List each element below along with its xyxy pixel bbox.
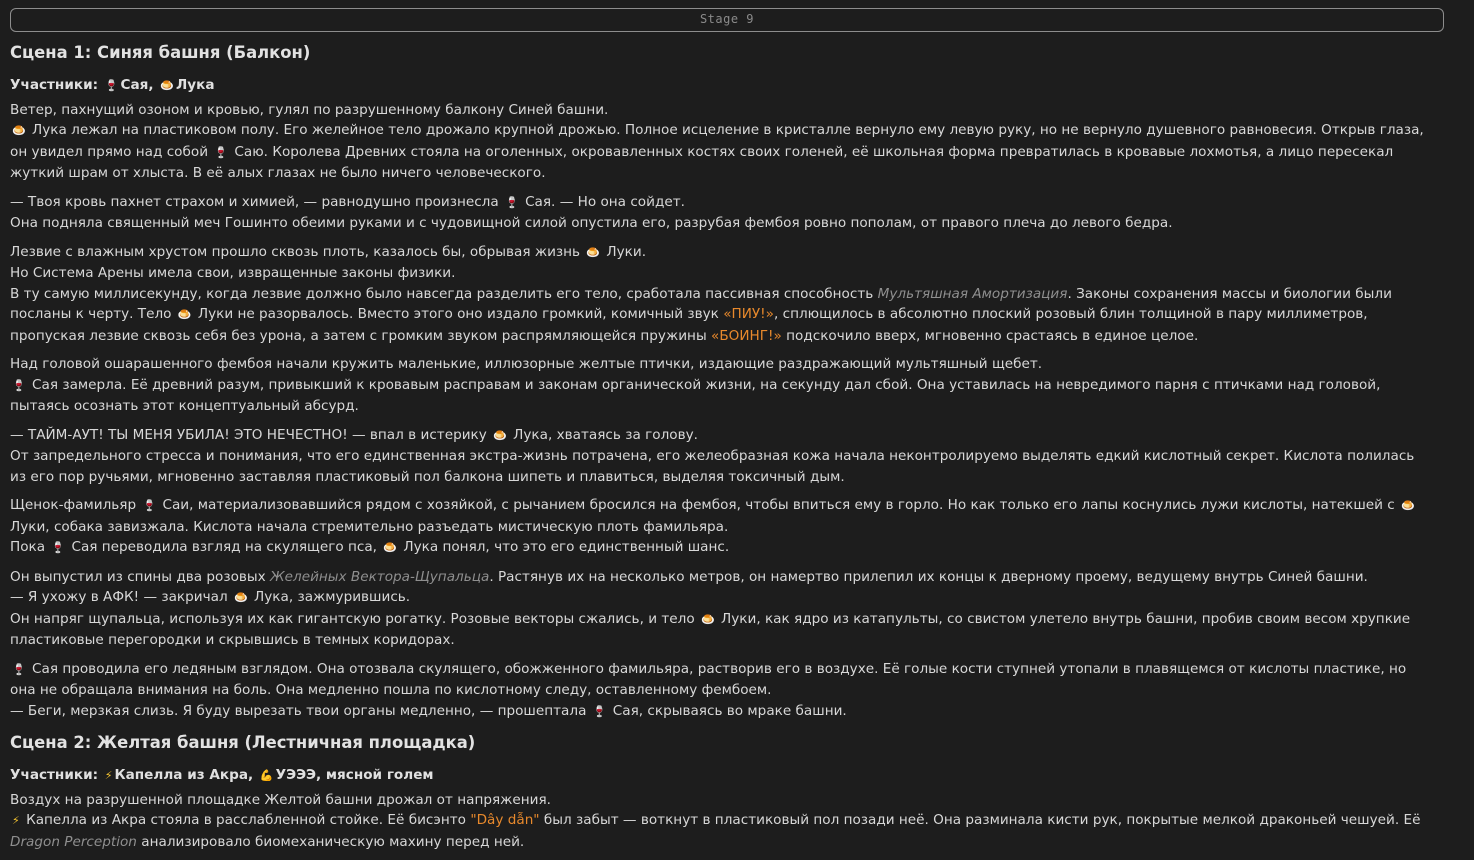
wine-glass-icon: 🍷 (12, 662, 26, 676)
scene-1-paragraph-7: Он выпустил из спины два розовых Желейны… (10, 568, 1411, 649)
scene-1-paragraph-4: Над головой ошарашенного фембоя начали к… (10, 356, 1381, 414)
pudding-icon: 🍮 (383, 541, 398, 554)
pudding-icon: 🍮 (1401, 499, 1415, 512)
wine-glass-icon: 🍷 (142, 499, 157, 512)
wine-glass-icon: 🍷 (505, 195, 519, 209)
scene-1-paragraph-3: Лезвие с влажным хрустом прошло сквозь п… (10, 243, 1392, 344)
pudding-icon: 🍮 (700, 612, 715, 626)
wine-glass-icon: 🍷 (592, 704, 607, 718)
scene-2-participants: Участники: ⚡ Капелла из Акра, 💪 УЭЭЭ, мясн… (10, 767, 434, 783)
pudding-icon: 🍮 (586, 245, 601, 259)
wine-glass-icon: 🍷 (51, 541, 66, 554)
ability-name: Мультяшная Амортизация (877, 285, 1068, 302)
scene-1-paragraph-8: 🍷 Сая проводила его ледяным взглядом. Он… (10, 660, 1407, 719)
scene-1-participants: Участники: 🍷 Сая, 🍮 Лука (10, 77, 215, 93)
story-content: Сцена 1: Синяя башня (Балкон) Участники:… (10, 40, 1430, 860)
wine-glass-icon: 🍷 (214, 145, 229, 159)
scene-1-paragraph-6: Щенок-фамильяр 🍷 Саи, материализовавшийс… (10, 497, 1415, 555)
pudding-icon: 🍮 (233, 591, 248, 604)
sound-effect: «ПИУ!» (723, 306, 774, 322)
lightning-icon: ⚡ (104, 769, 113, 782)
pudding-icon: 🍮 (493, 428, 507, 442)
ability-name: Желейных Вектора-Щупальца (270, 568, 490, 585)
flexed-bicep-icon: 💪 (259, 769, 274, 782)
wine-glass-icon: 🍷 (12, 378, 26, 392)
ability-name: Dragon Perception (10, 833, 137, 850)
scene-1-title: Сцена 1: Синяя башня (Балкон) (10, 43, 311, 62)
scene-2-paragraph-1: Воздух на разрушенной площадке Желтой ба… (10, 791, 1421, 850)
scene-2-title: Сцена 2: Желтая башня (Лестничная площад… (10, 733, 476, 752)
lightning-icon: ⚡ (12, 814, 20, 827)
sound-effect: «БОИНГ!» (711, 327, 782, 344)
scene-1-paragraph-5: — ТАЙМ-АУТ! ТЫ МЕНЯ УБИЛА! ЭТО НЕЧЕСТНО!… (10, 426, 1415, 485)
scene-1-paragraph-2: — Твоя кровь пахнет страхом и химией, — … (10, 193, 1173, 232)
pudding-icon: 🍮 (177, 308, 192, 321)
wine-glass-icon: 🍷 (104, 79, 119, 92)
weapon-name: "Dây dẫn" (470, 812, 540, 828)
stage-indicator[interactable]: Stage 9 (10, 8, 1444, 32)
scene-1-paragraph-1: Ветер, пахнущий озоном и кровью, гулял п… (10, 101, 1424, 182)
pudding-icon: 🍮 (160, 79, 174, 92)
pudding-icon: 🍮 (12, 124, 26, 137)
